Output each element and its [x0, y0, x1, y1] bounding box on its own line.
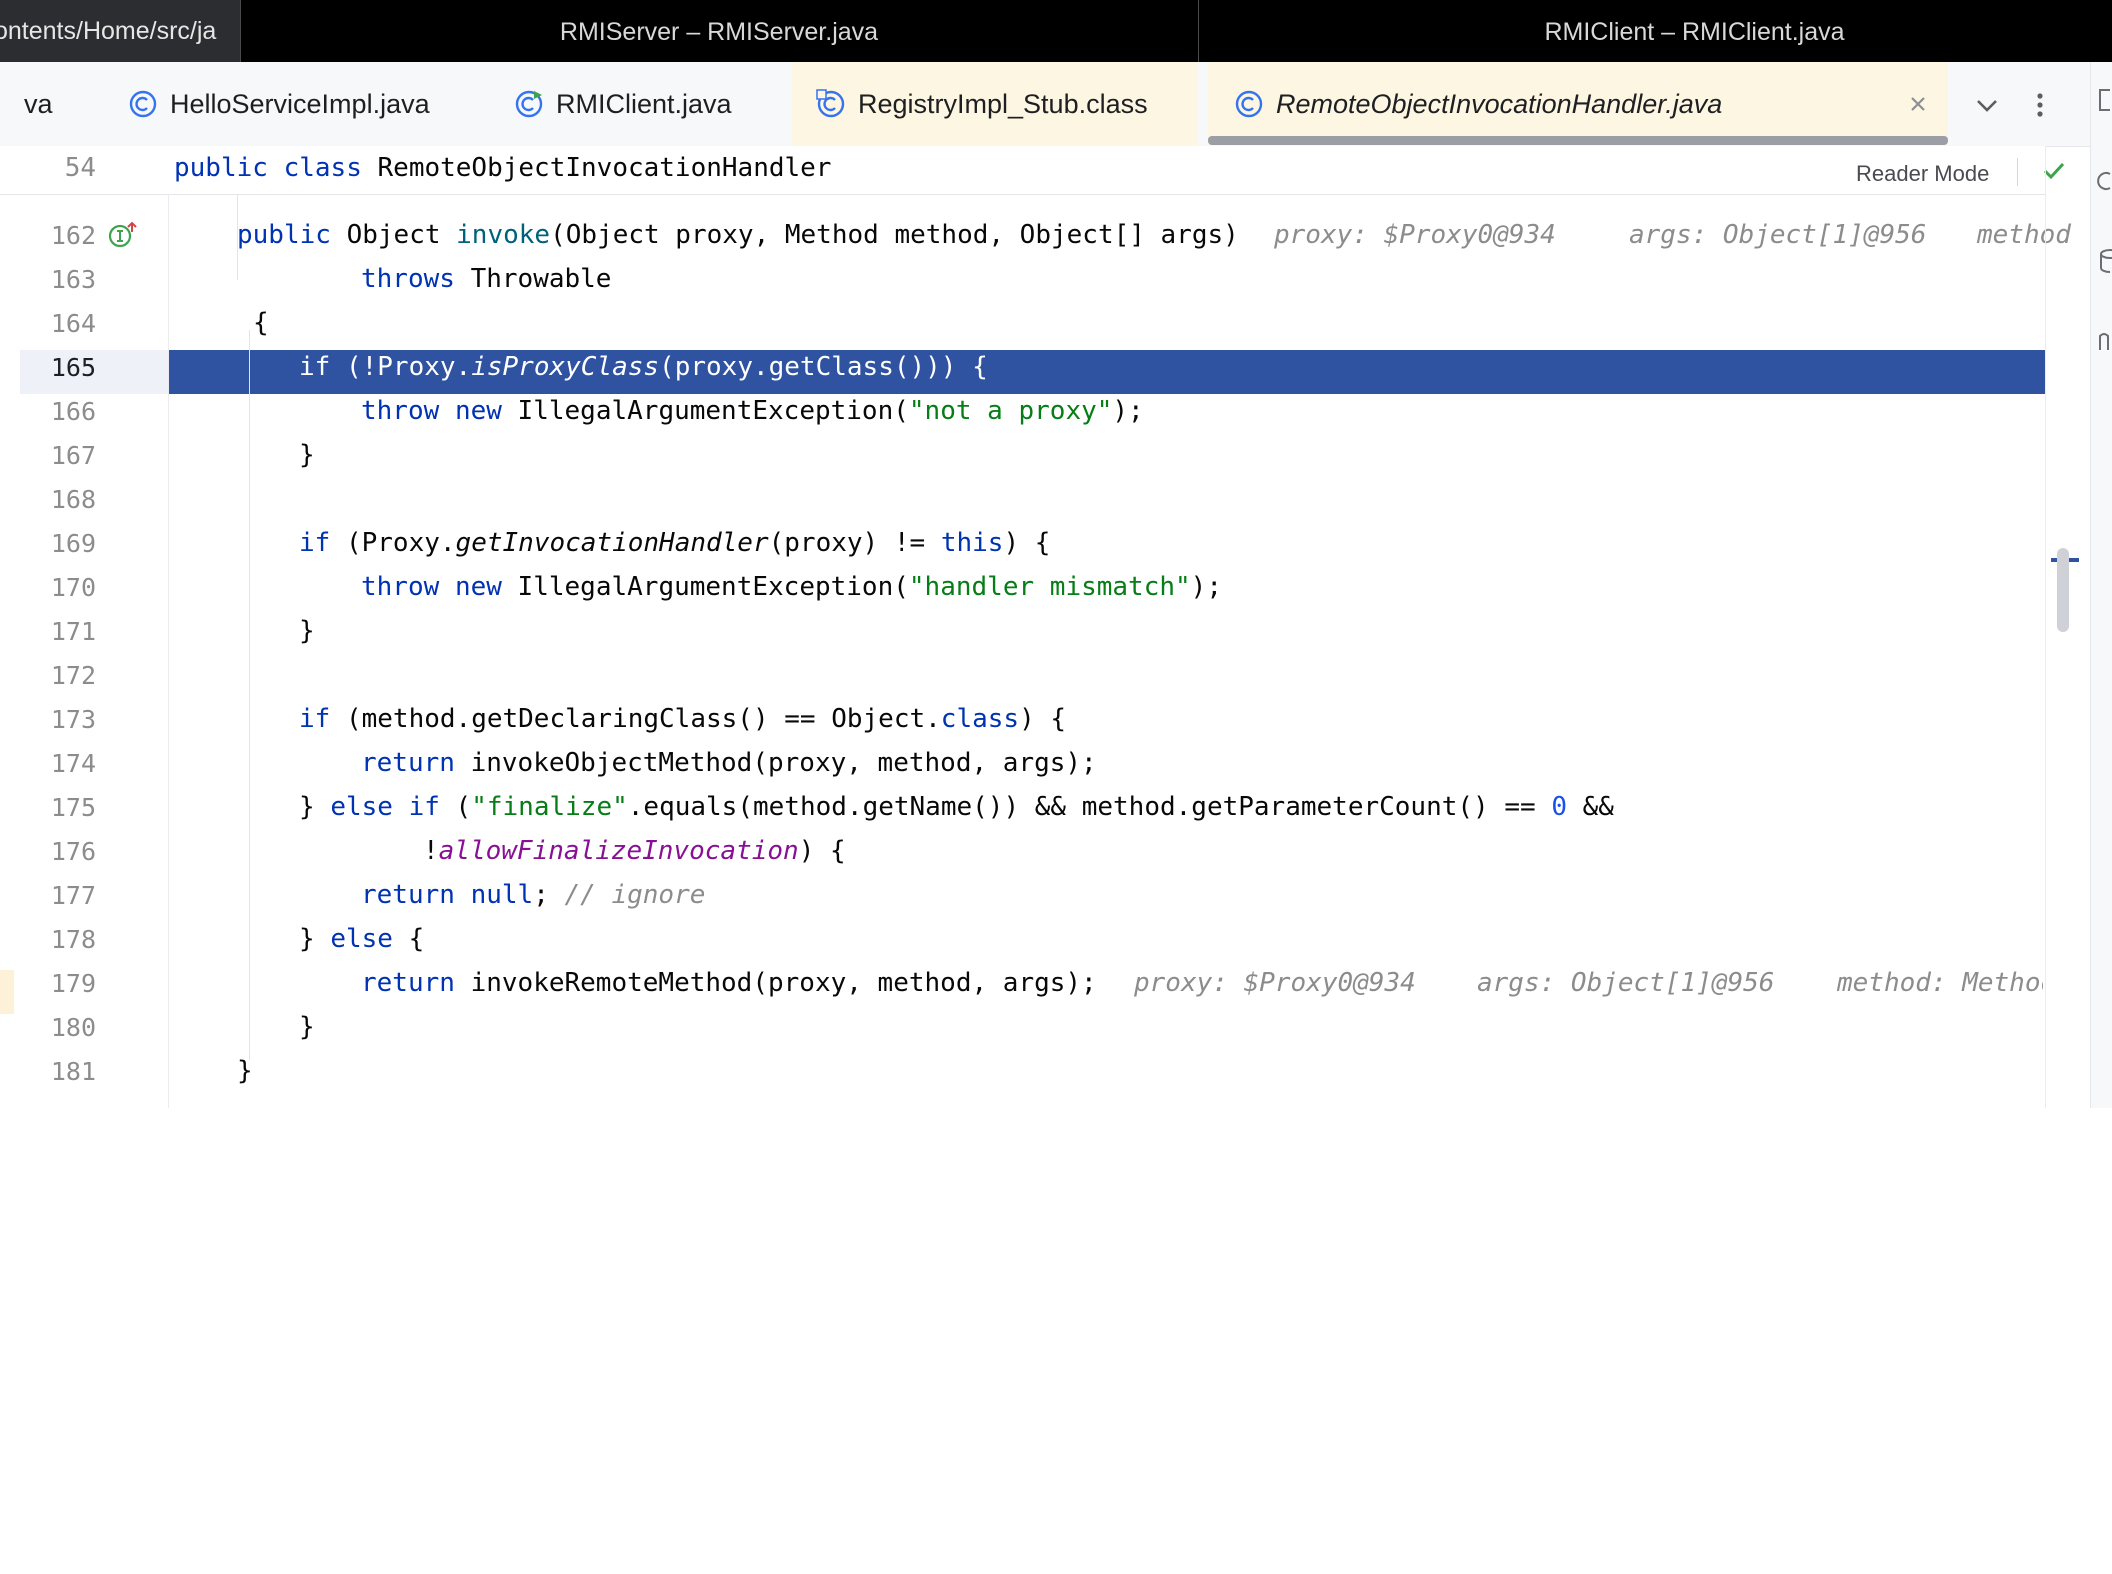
debugger-inline-value: method: [1977, 220, 2071, 250]
code-line[interactable]: throw new IllegalArgumentException("not …: [361, 396, 1144, 426]
code-line[interactable]: }: [299, 440, 315, 470]
line-number: 170: [50, 573, 96, 602]
class-icon: [129, 90, 157, 118]
code-editor[interactable]: public Object invoke(Object proxy, Metho…: [169, 194, 2071, 1108]
implements-method-icon[interactable]: [108, 220, 138, 250]
line-number: 172: [50, 661, 96, 690]
line-number: 173: [50, 705, 96, 734]
code-line[interactable]: {: [253, 308, 269, 338]
tab-label: RMIClient.java: [556, 88, 732, 119]
debugger-inline-value: args: Object[1]@956: [1629, 220, 1927, 250]
line-number: 176: [50, 837, 96, 866]
tab-label: HelloServiceImpl.java: [170, 88, 430, 119]
debugger-inline-value: proxy: $Proxy0@934: [1134, 968, 1416, 998]
line-number: 163: [50, 265, 96, 294]
indent-guide: [249, 330, 250, 1060]
sticky-code-line[interactable]: public class RemoteObjectInvocationHandl…: [174, 153, 831, 183]
line-number: 169: [50, 529, 96, 558]
ai-assistant-icon[interactable]: [2096, 166, 2112, 196]
line-number: 168: [50, 485, 96, 514]
code-line[interactable]: if (method.getDeclaringClass() == Object…: [299, 704, 1066, 734]
more-vertical-icon[interactable]: [2025, 90, 2055, 120]
active-tab-indicator: [1208, 136, 1948, 145]
code-line[interactable]: }: [299, 616, 315, 646]
debugger-inline-value: args: Object[1]@956: [1477, 968, 1775, 998]
sticky-class-header: 54 public class RemoteObjectInvocationHa…: [0, 146, 2065, 195]
tab-partial[interactable]: va: [24, 62, 114, 146]
right-tool-strip: [2090, 62, 2112, 1108]
window-path[interactable]: ontents/Home/src/ja: [0, 0, 241, 62]
maven-icon[interactable]: [2096, 326, 2112, 356]
code-line[interactable]: return invokeRemoteMethod(proxy, method,…: [361, 968, 1097, 998]
debugger-inline-value: proxy: $Proxy0@934: [1274, 220, 1556, 250]
code-line-current[interactable]: if (!Proxy.isProxyClass(proxy.getClass()…: [299, 352, 988, 382]
code-line[interactable]: return invokeObjectMethod(proxy, method,…: [361, 748, 1097, 778]
tab-registryimpl-stub[interactable]: RegistryImpl_Stub.class: [792, 62, 1198, 146]
line-number: 177: [50, 881, 96, 910]
line-number: 167: [50, 441, 96, 470]
notifications-icon[interactable]: [2096, 86, 2112, 116]
vertical-scrollbar-thumb[interactable]: [2057, 548, 2069, 632]
line-number: 181: [50, 1057, 96, 1086]
line-number: 171: [50, 617, 96, 646]
tab-label: va: [24, 88, 53, 119]
tab-rmiclient[interactable]: RMIClient.java: [514, 62, 784, 146]
code-line[interactable]: throws Throwable: [361, 264, 611, 294]
tab-remoteobjectinvocationhandler[interactable]: RemoteObjectInvocationHandler.java: [1208, 62, 1948, 146]
code-line[interactable]: }: [299, 1012, 315, 1042]
runnable-class-icon: [515, 90, 543, 118]
line-number: 178: [50, 925, 96, 954]
reader-mode-button[interactable]: Reader Mode: [1856, 161, 1989, 187]
line-number: 179: [50, 969, 96, 998]
window-title-bar: ontents/Home/src/ja RMIServer – RMIServe…: [0, 0, 2112, 62]
code-line[interactable]: !allowFinalizeInvocation) {: [423, 836, 846, 866]
database-icon[interactable]: [2096, 246, 2112, 276]
tab-label: RegistryImpl_Stub.class: [858, 88, 1148, 119]
compiled-class-icon: [816, 89, 845, 118]
line-number: 164: [50, 309, 96, 338]
line-number: 174: [50, 749, 96, 778]
line-number: 166: [50, 397, 96, 426]
tab-helloserviceimpl[interactable]: HelloServiceImpl.java: [128, 62, 478, 146]
window-title-rmiserver[interactable]: RMIServer – RMIServer.java: [240, 0, 1198, 62]
window-title-rmiclient[interactable]: RMIClient – RMIClient.java: [1199, 0, 2112, 62]
code-line[interactable]: if (Proxy.getInvocationHandler(proxy) !=…: [299, 528, 1050, 558]
editor-tabs: va HelloServiceImpl.java RMIClient.java …: [0, 62, 2112, 147]
close-icon[interactable]: [1904, 90, 1932, 118]
line-number: 180: [50, 1013, 96, 1042]
editor-right-border: [2045, 146, 2046, 1108]
code-line[interactable]: } else if ("finalize".equals(method.getN…: [299, 792, 1614, 822]
class-icon: [1235, 90, 1263, 118]
line-number-gutter[interactable]: 162 163 164 165 166 167 168 169 170 171 …: [20, 194, 169, 1108]
divider: [2017, 158, 2018, 186]
chevron-down-icon[interactable]: [1972, 90, 2002, 120]
debugger-inline-value: method: Method@9: [1837, 968, 2043, 998]
code-line[interactable]: throw new IllegalArgumentException("hand…: [361, 572, 1222, 602]
code-line[interactable]: public Object invoke(Object proxy, Metho…: [237, 220, 1239, 250]
execution-point-marker: [0, 970, 14, 1014]
line-number: 165: [50, 353, 96, 382]
line-number: 54: [64, 153, 96, 183]
line-number: 175: [50, 793, 96, 822]
code-line[interactable]: return null; // ignore: [361, 880, 705, 910]
code-line[interactable]: }: [237, 1056, 253, 1086]
line-number: 162: [50, 221, 96, 250]
code-line[interactable]: } else {: [299, 924, 424, 954]
tab-label: RemoteObjectInvocationHandler.java: [1276, 88, 1723, 119]
